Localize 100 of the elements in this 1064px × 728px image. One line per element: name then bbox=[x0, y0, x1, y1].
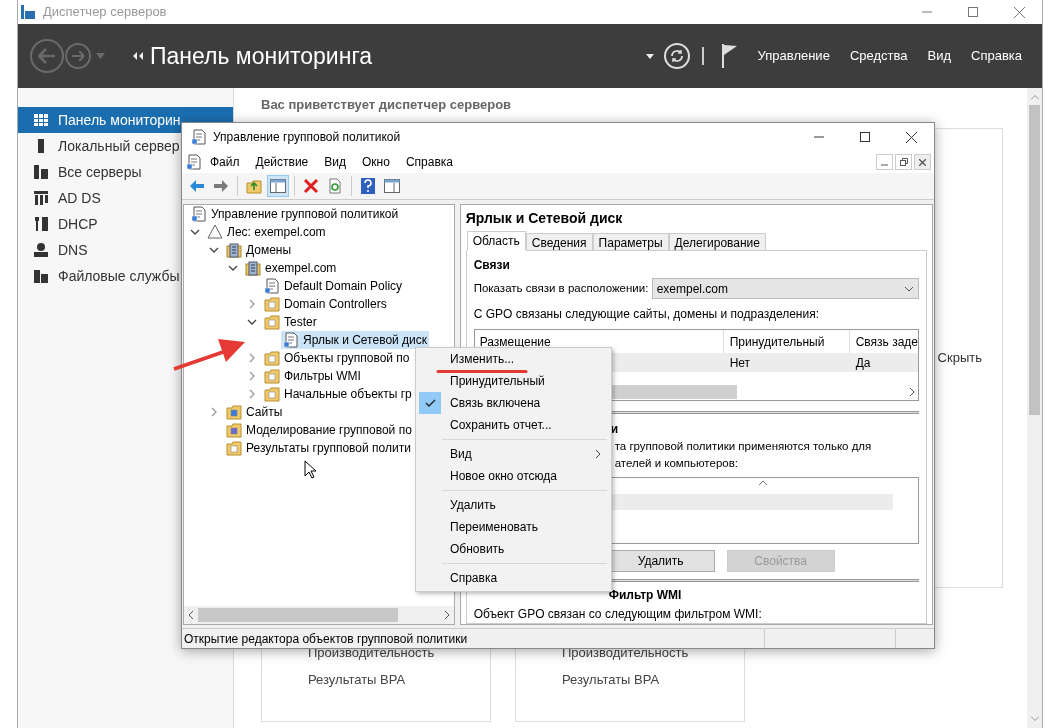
tree-item[interactable]: Ярлык и Сетевой диск bbox=[281, 331, 430, 349]
section-heading: Связи bbox=[473, 257, 511, 274]
help-icon bbox=[361, 178, 375, 194]
tree-item[interactable]: Объекты групповой по bbox=[262, 349, 412, 367]
folder-icon bbox=[264, 296, 280, 312]
folder-up-icon bbox=[246, 178, 262, 194]
flag-icon[interactable] bbox=[721, 44, 738, 68]
table-cell-text: Да bbox=[854, 355, 871, 372]
refresh-icon bbox=[669, 49, 684, 63]
folder-icon bbox=[264, 350, 280, 366]
hide-link[interactable]: Скрыть bbox=[937, 347, 982, 368]
menu-item[interactable]: Окно bbox=[362, 153, 390, 171]
menu-item[interactable]: Принудительный bbox=[416, 370, 611, 392]
tree-item[interactable]: Tester bbox=[262, 313, 319, 331]
document-icon bbox=[264, 278, 280, 294]
buildings-icon bbox=[245, 260, 261, 276]
maximize-icon bbox=[968, 7, 978, 17]
tab[interactable]: Делегирование bbox=[668, 233, 766, 251]
refresh-button[interactable] bbox=[663, 43, 690, 69]
menu-item[interactable]: Вид bbox=[324, 153, 346, 171]
panel-icon bbox=[270, 179, 286, 193]
folder-icon bbox=[226, 404, 242, 420]
close-icon bbox=[1013, 6, 1025, 18]
tree-item[interactable]: Начальные объекты гр bbox=[262, 385, 414, 403]
details-title: Ярлык и Сетевой диск bbox=[465, 209, 624, 228]
tree-item[interactable]: Фильтры WMI bbox=[262, 367, 363, 385]
delete-icon bbox=[303, 178, 319, 194]
dropdown-caret-icon[interactable] bbox=[645, 53, 654, 59]
card-link[interactable]: Результаты BPA bbox=[562, 670, 744, 690]
restore-button[interactable] bbox=[895, 154, 912, 170]
server-manager-icon bbox=[21, 5, 35, 19]
sidebar-item[interactable]: Файловые службы bbox=[18, 263, 233, 289]
folder-icon bbox=[264, 368, 280, 384]
document-icon bbox=[283, 332, 299, 348]
back-button[interactable] bbox=[30, 39, 64, 73]
menu-item[interactable]: Новое окно отсюда bbox=[416, 465, 611, 487]
back-arrow-icon bbox=[38, 48, 56, 64]
close-icon bbox=[919, 158, 926, 166]
tab[interactable]: Параметры bbox=[592, 233, 669, 251]
folder-icon bbox=[226, 422, 242, 438]
tab[interactable]: Сведения bbox=[525, 233, 593, 251]
document-icon bbox=[186, 154, 202, 170]
menu-item[interactable]: Средства bbox=[849, 46, 908, 66]
toolbar-button[interactable] bbox=[267, 175, 289, 197]
menu-item[interactable]: Переименовать bbox=[416, 516, 611, 538]
chevron-down-icon[interactable] bbox=[190, 227, 200, 237]
chevron-down-icon[interactable] bbox=[247, 317, 257, 327]
sidebar-item[interactable]: Панель мониторин bbox=[18, 107, 233, 133]
chevron-right-icon[interactable] bbox=[247, 371, 257, 381]
menu-item[interactable]: Вид bbox=[416, 443, 611, 465]
menu-item[interactable]: Управление bbox=[757, 46, 830, 66]
servers-icon bbox=[33, 190, 49, 206]
checkmark-icon bbox=[424, 398, 436, 408]
forward-arrow-icon bbox=[71, 50, 85, 62]
menu-item[interactable]: Файл bbox=[210, 153, 240, 171]
tree-item[interactable]: Default Domain Policy bbox=[262, 277, 405, 295]
chevron-down-icon[interactable] bbox=[209, 245, 219, 255]
menu-item[interactable]: Сохранить отчет... bbox=[416, 414, 611, 436]
menu-item[interactable]: Справка bbox=[971, 46, 1022, 66]
chevron-right-icon[interactable] bbox=[247, 299, 257, 309]
forward-button[interactable] bbox=[65, 43, 91, 69]
tree-item[interactable]: Domain Controllers bbox=[262, 295, 389, 313]
welcome-heading: Вас приветствует диспетчер серверов bbox=[261, 96, 513, 114]
double-caret-icon bbox=[133, 52, 143, 60]
menu-item[interactable]: Удалить bbox=[416, 494, 611, 516]
field-label: Показать связи в расположении: bbox=[473, 280, 650, 296]
chevron-right-icon[interactable] bbox=[247, 389, 257, 399]
column-header[interactable]: Принудительный bbox=[723, 330, 850, 353]
close-button[interactable] bbox=[914, 154, 931, 170]
tree-item[interactable]: Моделирование групповой по bbox=[224, 421, 414, 439]
chevron-right-icon bbox=[595, 449, 601, 459]
folder-icon bbox=[264, 386, 280, 402]
globe-server-icon bbox=[33, 242, 49, 258]
folder-icon bbox=[226, 440, 242, 456]
card-link[interactable]: Результаты BPA bbox=[308, 670, 490, 690]
chevron-down-icon bbox=[904, 285, 914, 292]
document-icon bbox=[191, 129, 207, 145]
description-text: Объект GPO связан со следующим фильтром WMI: bbox=[473, 606, 763, 623]
chevron-down-icon[interactable] bbox=[228, 263, 238, 273]
tree-item[interactable]: Управление групповой политикой bbox=[189, 205, 401, 223]
folder-server-icon bbox=[33, 268, 49, 284]
menu-item[interactable]: Связь включена bbox=[416, 392, 611, 414]
tree-item[interactable]: Сайты bbox=[224, 403, 285, 421]
menu-item[interactable]: Действие bbox=[255, 153, 309, 171]
table-cell-text: Нет bbox=[728, 355, 752, 372]
maximize-icon bbox=[860, 132, 870, 142]
chevron-right-icon[interactable] bbox=[209, 407, 219, 417]
restore-icon bbox=[899, 158, 908, 166]
tree-item[interactable]: Результаты групповой полити bbox=[224, 439, 413, 457]
location-dropdown[interactable]: exempel.com bbox=[651, 278, 919, 299]
mouse-cursor-icon bbox=[304, 460, 316, 479]
tab[interactable]: Область bbox=[466, 231, 526, 251]
horizontal-scrollbar[interactable] bbox=[184, 606, 454, 624]
menu-item[interactable]: Вид bbox=[927, 46, 951, 66]
chevron-right-icon[interactable] bbox=[247, 353, 257, 363]
menu-item[interactable]: Справка bbox=[405, 153, 453, 171]
close-icon bbox=[905, 131, 917, 143]
grid-icon bbox=[33, 112, 49, 128]
tree-item[interactable]: exempel.com bbox=[243, 259, 339, 277]
column-header[interactable]: Связь заде bbox=[849, 330, 918, 353]
